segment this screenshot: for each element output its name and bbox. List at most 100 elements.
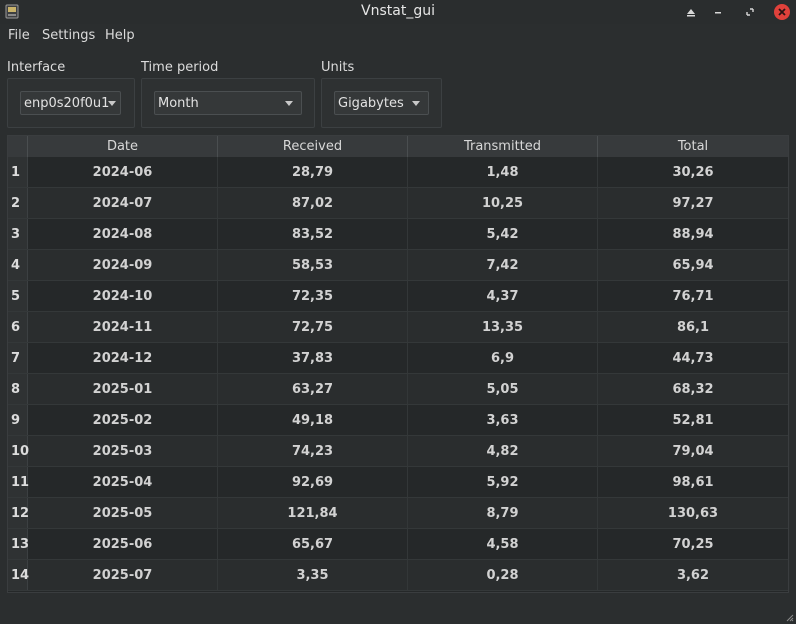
cell-received[interactable]: 49,18	[218, 405, 408, 435]
table-row[interactable]: 9 2025-02 49,18 3,63 52,81	[8, 405, 788, 436]
col-header-date[interactable]: Date	[28, 136, 218, 157]
table-row[interactable]: 3 2024-08 83,52 5,42 88,94	[8, 219, 788, 250]
cell-received[interactable]: 28,79	[218, 157, 408, 187]
units-select[interactable]: Gigabytes	[334, 91, 429, 115]
row-number[interactable]: 1	[8, 157, 28, 187]
cell-received[interactable]: 121,84	[218, 498, 408, 528]
cell-date[interactable]: 2024-08	[28, 219, 218, 249]
table-row[interactable]: 5 2024-10 72,35 4,37 76,71	[8, 281, 788, 312]
cell-received[interactable]: 3,35	[218, 560, 408, 590]
menu-settings[interactable]: Settings	[42, 28, 95, 43]
cell-transmitted[interactable]: 5,92	[408, 467, 598, 497]
keep-above-icon[interactable]	[682, 3, 700, 21]
cell-transmitted[interactable]: 4,37	[408, 281, 598, 311]
table-row[interactable]: 10 2025-03 74,23 4,82 79,04	[8, 436, 788, 467]
col-header-received[interactable]: Received	[218, 136, 408, 157]
row-number[interactable]: 10	[8, 436, 29, 466]
cell-received[interactable]: 37,83	[218, 343, 408, 373]
col-header-transmitted[interactable]: Transmitted	[408, 136, 598, 157]
minimize-icon[interactable]	[709, 3, 727, 21]
cell-transmitted[interactable]: 5,05	[408, 374, 598, 404]
cell-date[interactable]: 2025-07	[28, 560, 218, 590]
cell-transmitted[interactable]: 4,58	[408, 529, 598, 559]
close-icon[interactable]	[773, 3, 791, 21]
interface-select[interactable]: enp0s20f0u1	[20, 91, 121, 115]
cell-received[interactable]: 92,69	[218, 467, 408, 497]
cell-transmitted[interactable]: 5,42	[408, 219, 598, 249]
table-row[interactable]: 8 2025-01 63,27 5,05 68,32	[8, 374, 788, 405]
cell-date[interactable]: 2025-01	[28, 374, 218, 404]
cell-date[interactable]: 2024-12	[28, 343, 218, 373]
row-number[interactable]: 13	[8, 529, 29, 559]
cell-total[interactable]: 98,61	[598, 467, 788, 497]
cell-transmitted[interactable]: 3,63	[408, 405, 598, 435]
traffic-table[interactable]: Date Received Transmitted Total 1 2024-06…	[7, 135, 789, 593]
cell-date[interactable]: 2025-06	[28, 529, 218, 559]
cell-total[interactable]: 86,1	[598, 312, 788, 342]
cell-date[interactable]: 2025-02	[28, 405, 218, 435]
cell-total[interactable]: 88,94	[598, 219, 788, 249]
cell-total[interactable]: 79,04	[598, 436, 788, 466]
cell-transmitted[interactable]: 7,42	[408, 250, 598, 280]
table-row[interactable]: 4 2024-09 58,53 7,42 65,94	[8, 250, 788, 281]
cell-transmitted[interactable]: 10,25	[408, 188, 598, 218]
table-row[interactable]: 13 2025-06 65,67 4,58 70,25	[8, 529, 788, 560]
cell-received[interactable]: 65,67	[218, 529, 408, 559]
corner-header[interactable]	[8, 136, 28, 157]
cell-total[interactable]: 76,71	[598, 281, 788, 311]
row-number[interactable]: 4	[8, 250, 28, 280]
cell-date[interactable]: 2024-07	[28, 188, 218, 218]
cell-date[interactable]: 2025-04	[28, 467, 218, 497]
row-number[interactable]: 8	[8, 374, 28, 404]
menu-file[interactable]: File	[8, 28, 30, 43]
row-number[interactable]: 5	[8, 281, 28, 311]
cell-transmitted[interactable]: 1,48	[408, 157, 598, 187]
cell-transmitted[interactable]: 4,82	[408, 436, 598, 466]
cell-total[interactable]: 44,73	[598, 343, 788, 373]
cell-transmitted[interactable]: 0,28	[408, 560, 598, 590]
col-header-total[interactable]: Total	[598, 136, 788, 157]
cell-received[interactable]: 87,02	[218, 188, 408, 218]
cell-total[interactable]: 130,63	[598, 498, 788, 528]
cell-received[interactable]: 74,23	[218, 436, 408, 466]
resize-grip-icon[interactable]	[786, 614, 794, 622]
table-row[interactable]: 7 2024-12 37,83 6,9 44,73	[8, 343, 788, 374]
row-number[interactable]: 6	[8, 312, 28, 342]
table-row[interactable]: 1 2024-06 28,79 1,48 30,26	[8, 157, 788, 188]
cell-total[interactable]: 97,27	[598, 188, 788, 218]
time-period-select[interactable]: Month	[154, 91, 302, 115]
cell-received[interactable]: 72,35	[218, 281, 408, 311]
row-number[interactable]: 2	[8, 188, 28, 218]
table-row[interactable]: 14 2025-07 3,35 0,28 3,62	[8, 560, 788, 591]
maximize-icon[interactable]	[741, 3, 759, 21]
row-number[interactable]: 3	[8, 219, 28, 249]
cell-received[interactable]: 63,27	[218, 374, 408, 404]
cell-total[interactable]: 68,32	[598, 374, 788, 404]
cell-date[interactable]: 2024-06	[28, 157, 218, 187]
row-number[interactable]: 9	[8, 405, 28, 435]
cell-transmitted[interactable]: 13,35	[408, 312, 598, 342]
cell-transmitted[interactable]: 8,79	[408, 498, 598, 528]
row-number[interactable]: 7	[8, 343, 28, 373]
cell-total[interactable]: 52,81	[598, 405, 788, 435]
cell-received[interactable]: 83,52	[218, 219, 408, 249]
row-number[interactable]: 11	[8, 467, 29, 497]
cell-transmitted[interactable]: 6,9	[408, 343, 598, 373]
table-row[interactable]: 6 2024-11 72,75 13,35 86,1	[8, 312, 788, 343]
cell-received[interactable]: 58,53	[218, 250, 408, 280]
cell-total[interactable]: 3,62	[598, 560, 788, 590]
table-row[interactable]: 12 2025-05 121,84 8,79 130,63	[8, 498, 788, 529]
cell-received[interactable]: 72,75	[218, 312, 408, 342]
menu-help[interactable]: Help	[105, 28, 135, 43]
cell-date[interactable]: 2024-11	[28, 312, 218, 342]
cell-date[interactable]: 2024-09	[28, 250, 218, 280]
row-number[interactable]: 14	[8, 560, 29, 590]
cell-total[interactable]: 30,26	[598, 157, 788, 187]
cell-total[interactable]: 65,94	[598, 250, 788, 280]
cell-date[interactable]: 2025-03	[28, 436, 218, 466]
table-row[interactable]: 11 2025-04 92,69 5,92 98,61	[8, 467, 788, 498]
cell-total[interactable]: 70,25	[598, 529, 788, 559]
cell-date[interactable]: 2024-10	[28, 281, 218, 311]
cell-date[interactable]: 2025-05	[28, 498, 218, 528]
row-number[interactable]: 12	[8, 498, 29, 528]
